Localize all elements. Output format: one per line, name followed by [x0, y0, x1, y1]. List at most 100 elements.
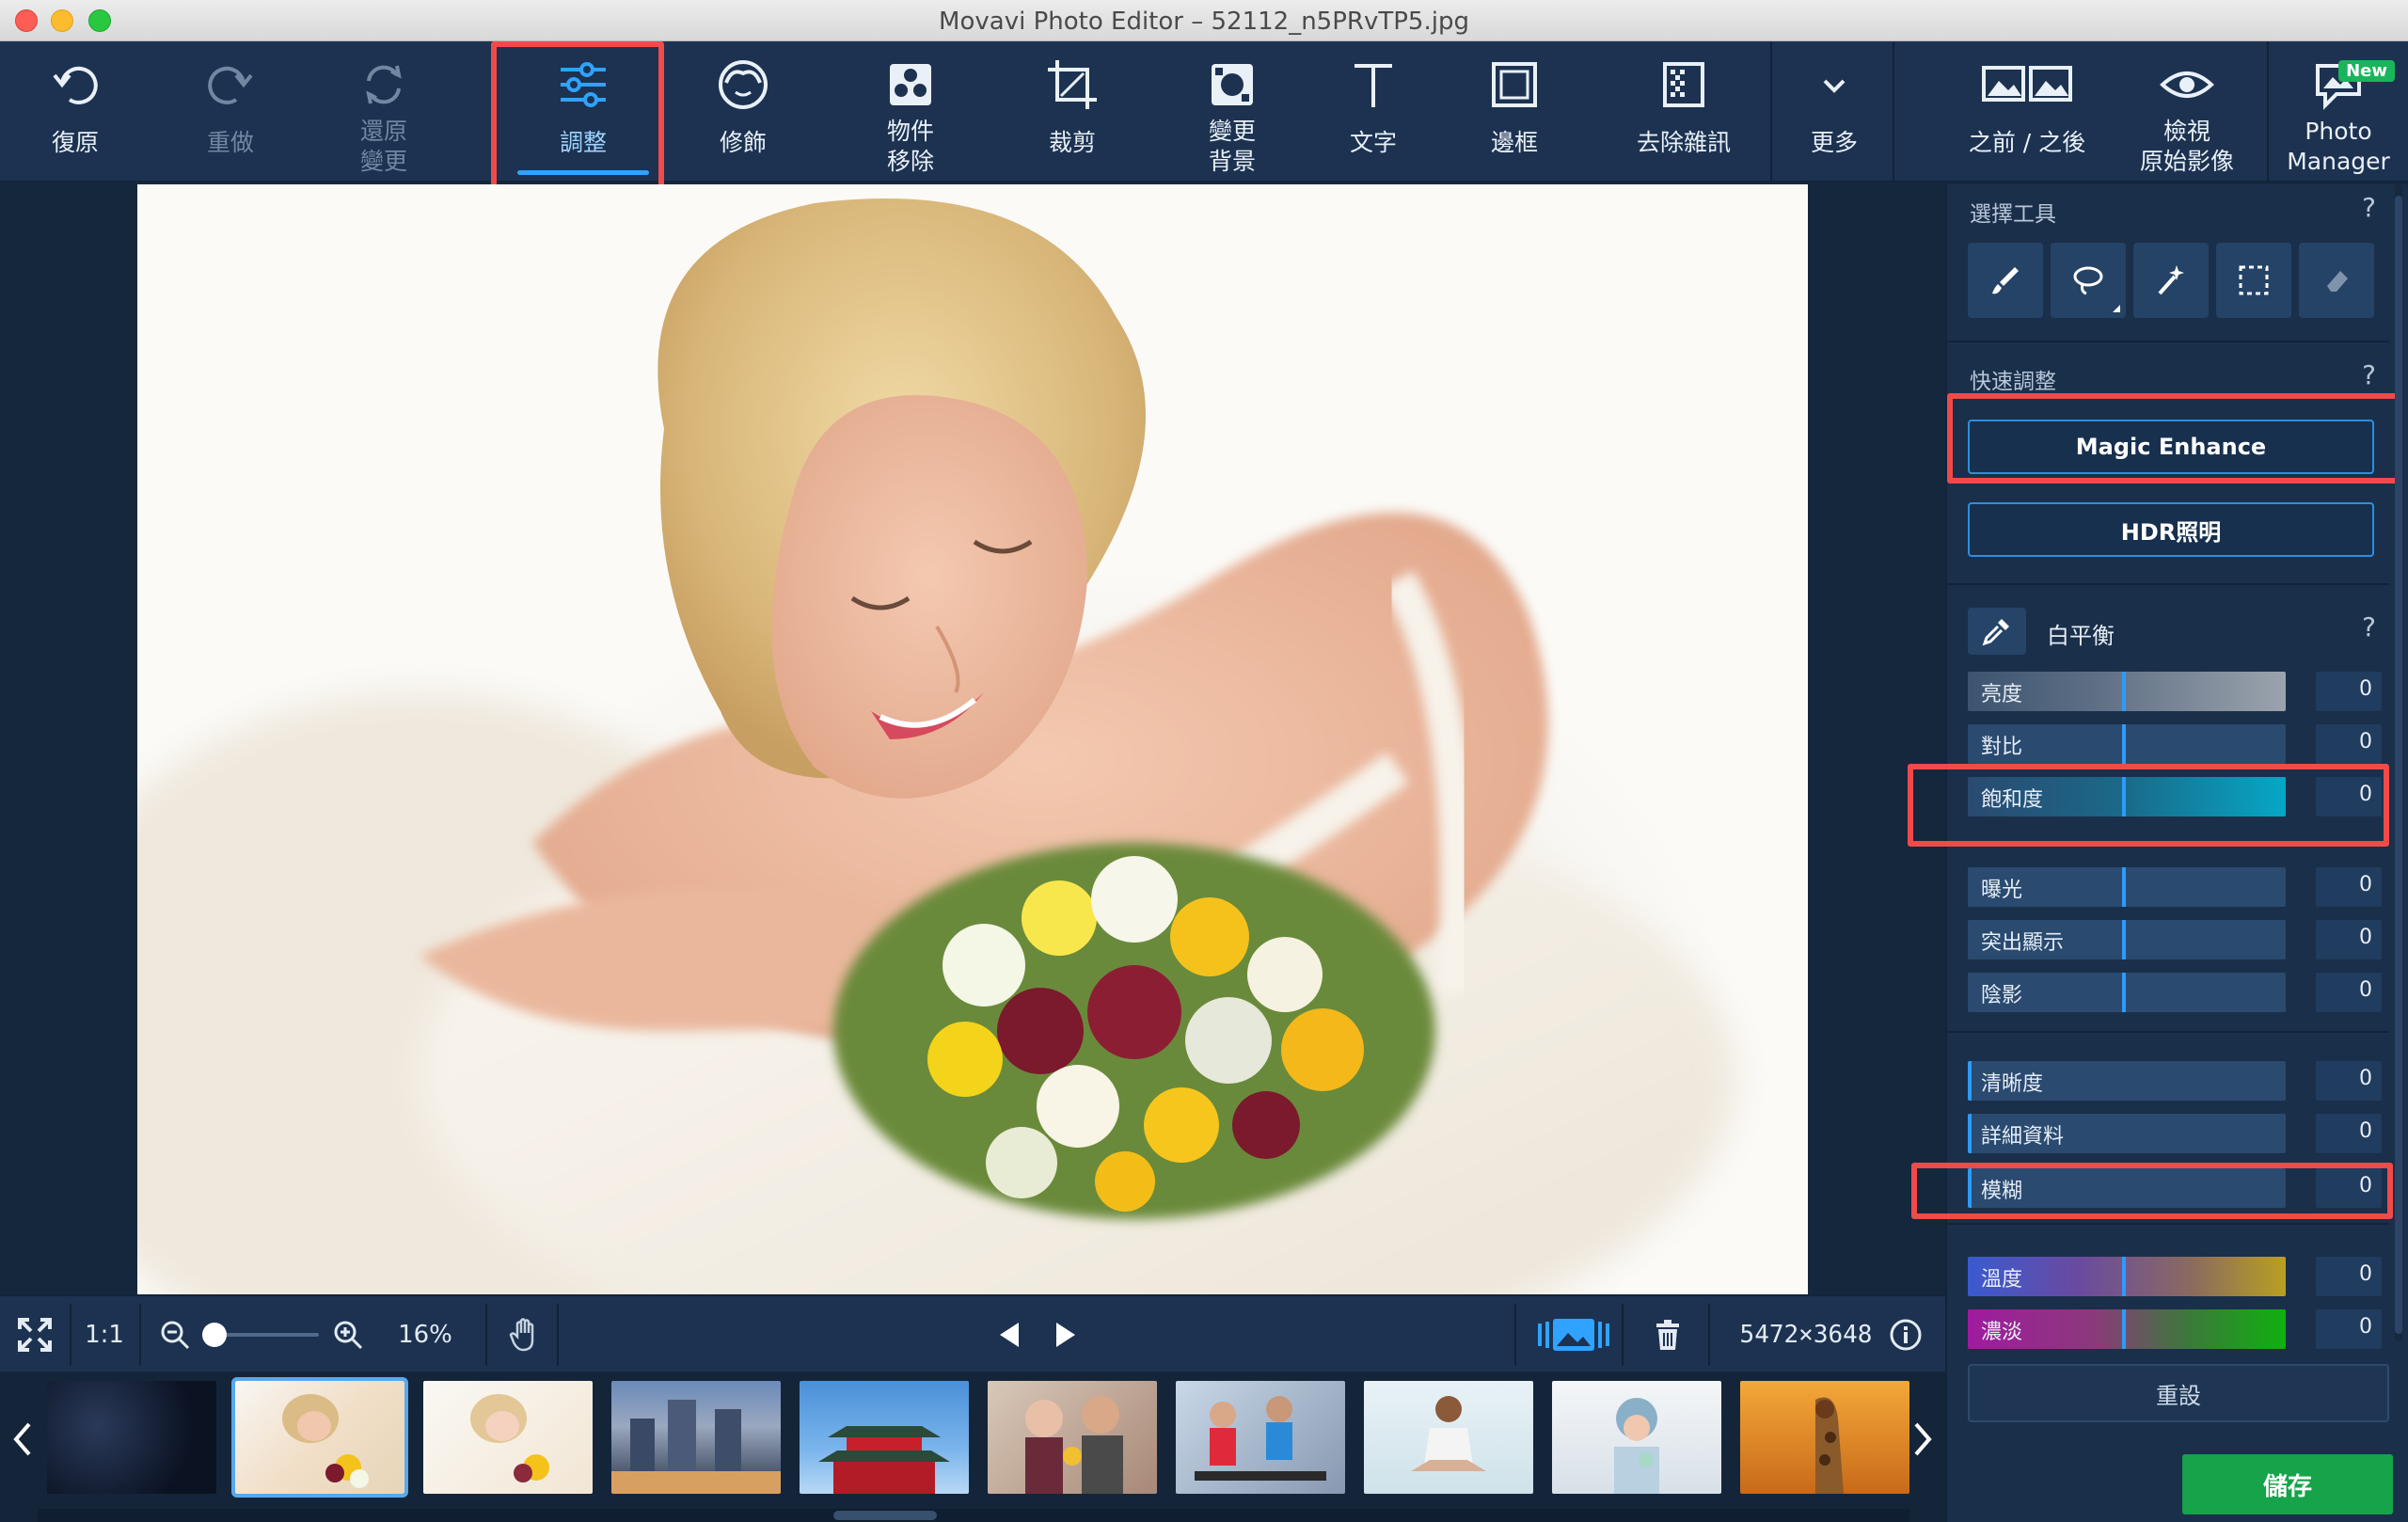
slider-handle[interactable]: [2122, 1309, 2126, 1349]
thumbnail-gym[interactable]: [1176, 1381, 1345, 1494]
change-background-tab[interactable]: 變更 背景: [1176, 41, 1289, 182]
adjust-tab[interactable]: 調整: [499, 41, 668, 182]
slider-track[interactable]: 飽和度: [1968, 777, 2286, 816]
more-button[interactable]: 更多: [1778, 41, 1891, 182]
slider-value-field[interactable]: 0: [2316, 1257, 2382, 1296]
next-image-button[interactable]: [1044, 1296, 1087, 1373]
zoom-out-button[interactable]: [154, 1296, 196, 1373]
thumbnail-couple[interactable]: [988, 1381, 1157, 1494]
view-original-button[interactable]: 檢視 原始影像: [2116, 41, 2258, 182]
slider-handle[interactable]: [2122, 867, 2126, 907]
filmstrip-toggle-button[interactable]: [1533, 1296, 1614, 1373]
fit-to-screen-button[interactable]: [0, 1296, 70, 1373]
slider-row[interactable]: 詳細資料 0: [1968, 1114, 2382, 1153]
slider-value-field[interactable]: 0: [2316, 920, 2382, 959]
eraser-select-button[interactable]: [2299, 243, 2374, 318]
slider-row[interactable]: 溫度 0: [1968, 1257, 2382, 1296]
slider-track[interactable]: 曝光: [1968, 867, 2286, 907]
slider-handle[interactable]: [1968, 1168, 1972, 1208]
rectangle-select-button[interactable]: [2216, 243, 2291, 318]
denoise-tab[interactable]: 去除雜訊: [1618, 41, 1750, 182]
white-balance-help[interactable]: ?: [2362, 611, 2376, 642]
lasso-select-button[interactable]: [2051, 243, 2126, 318]
slider-row[interactable]: 濃淡 0: [1968, 1309, 2382, 1349]
slider-row[interactable]: 對比 0: [1968, 724, 2382, 764]
slider-track[interactable]: 模糊: [1968, 1168, 2286, 1208]
frames-tab[interactable]: 邊框: [1458, 41, 1571, 182]
slider-track[interactable]: 突出顯示: [1968, 920, 2286, 959]
zoom-slider-knob[interactable]: [202, 1323, 227, 1347]
slider-handle[interactable]: [2122, 777, 2126, 816]
slider-handle[interactable]: [2122, 672, 2126, 711]
undo-button[interactable]: 復原: [19, 41, 132, 182]
filmstrip-prev-button[interactable]: [4, 1419, 41, 1466]
slider-value-field[interactable]: 0: [2316, 867, 2382, 907]
brush-select-button[interactable]: [1968, 243, 2043, 318]
slider-handle[interactable]: [1968, 1061, 1972, 1101]
panel-scrollbar-thumb[interactable]: [2395, 196, 2402, 1334]
slider-row[interactable]: 曝光 0: [1968, 867, 2382, 907]
white-balance-picker-button[interactable]: [1968, 608, 2026, 655]
filmstrip-scrollbar[interactable]: [38, 1509, 1909, 1522]
revert-changes-button[interactable]: 還原 變更: [327, 41, 440, 182]
thumbnail-city[interactable]: [611, 1381, 781, 1494]
slider-value-field[interactable]: 0: [2316, 1168, 2382, 1208]
slider-track[interactable]: 清晰度: [1968, 1061, 2286, 1101]
thumbnail-pagoda[interactable]: [800, 1381, 969, 1494]
thumbnail-giraffe[interactable]: [1740, 1381, 1909, 1494]
photo-manager-button[interactable]: New Photo Manager: [2269, 41, 2408, 182]
magic-wand-select-button[interactable]: [2133, 243, 2209, 318]
magic-enhance-button[interactable]: Magic Enhance: [1968, 420, 2374, 474]
slider-row[interactable]: 清晰度 0: [1968, 1061, 2382, 1101]
slider-row[interactable]: 突出顯示 0: [1968, 920, 2382, 959]
thumbnail-bride-selected[interactable]: [231, 1377, 408, 1498]
hand-tool-button[interactable]: [497, 1296, 553, 1373]
slider-value-field[interactable]: 0: [2316, 777, 2382, 816]
slider-track[interactable]: 對比: [1968, 724, 2286, 764]
reset-button[interactable]: 重設: [1968, 1364, 2389, 1422]
slider-value-field[interactable]: 0: [2316, 1309, 2382, 1349]
retouch-tab[interactable]: 修飾: [687, 41, 800, 182]
filmstrip-scrollbar-thumb[interactable]: [833, 1511, 937, 1520]
image-info-button[interactable]: [1885, 1296, 1926, 1373]
canvas-area[interactable]: [0, 184, 1945, 1294]
zoom-slider[interactable]: [201, 1296, 324, 1373]
slider-row[interactable]: 飽和度 0: [1968, 777, 2382, 816]
slider-track[interactable]: 亮度: [1968, 672, 2286, 711]
before-after-button[interactable]: 之前 / 之後: [1956, 41, 2098, 182]
slider-handle[interactable]: [2122, 973, 2126, 1012]
actual-size-button[interactable]: 1:1: [71, 1296, 137, 1373]
slider-value-field[interactable]: 0: [2316, 672, 2382, 711]
slider-track[interactable]: 濃淡: [1968, 1309, 2286, 1349]
slider-row[interactable]: 模糊 0: [1968, 1168, 2382, 1208]
thumbnail-yoga[interactable]: [1364, 1381, 1533, 1494]
thumbnail-winter[interactable]: [1552, 1381, 1721, 1494]
crop-tab[interactable]: 裁剪: [1016, 41, 1129, 182]
slider-track[interactable]: 溫度: [1968, 1257, 2286, 1296]
slider-value-field[interactable]: 0: [2316, 973, 2382, 1012]
object-removal-tab[interactable]: 物件 移除: [854, 41, 967, 182]
text-tab[interactable]: 文字: [1317, 41, 1430, 182]
previous-image-button[interactable]: [988, 1296, 1031, 1373]
thumbnail-bride-copy[interactable]: [423, 1381, 593, 1494]
zoom-in-button[interactable]: [327, 1296, 369, 1373]
slider-handle[interactable]: [1968, 1114, 1972, 1153]
selection-tools-help[interactable]: ?: [2362, 192, 2376, 223]
save-button[interactable]: 儲存: [2182, 1454, 2393, 1514]
hdr-lighting-button[interactable]: HDR照明: [1968, 502, 2374, 557]
slider-value-field[interactable]: 0: [2316, 724, 2382, 764]
delete-image-button[interactable]: [1637, 1296, 1699, 1373]
slider-track[interactable]: 詳細資料: [1968, 1114, 2286, 1153]
slider-value-field[interactable]: 0: [2316, 1114, 2382, 1153]
thumbnail-space[interactable]: [47, 1381, 216, 1494]
filmstrip-next-button[interactable]: [1904, 1419, 1941, 1466]
slider-handle[interactable]: [2122, 724, 2126, 764]
slider-handle[interactable]: [2122, 920, 2126, 959]
slider-track[interactable]: 陰影: [1968, 973, 2286, 1012]
slider-row[interactable]: 陰影 0: [1968, 973, 2382, 1012]
quick-adjust-help[interactable]: ?: [2362, 359, 2376, 390]
redo-button[interactable]: 重做: [174, 41, 287, 182]
slider-row[interactable]: 亮度 0: [1968, 672, 2382, 711]
slider-value-field[interactable]: 0: [2316, 1061, 2382, 1101]
photo-preview[interactable]: [137, 184, 1808, 1294]
